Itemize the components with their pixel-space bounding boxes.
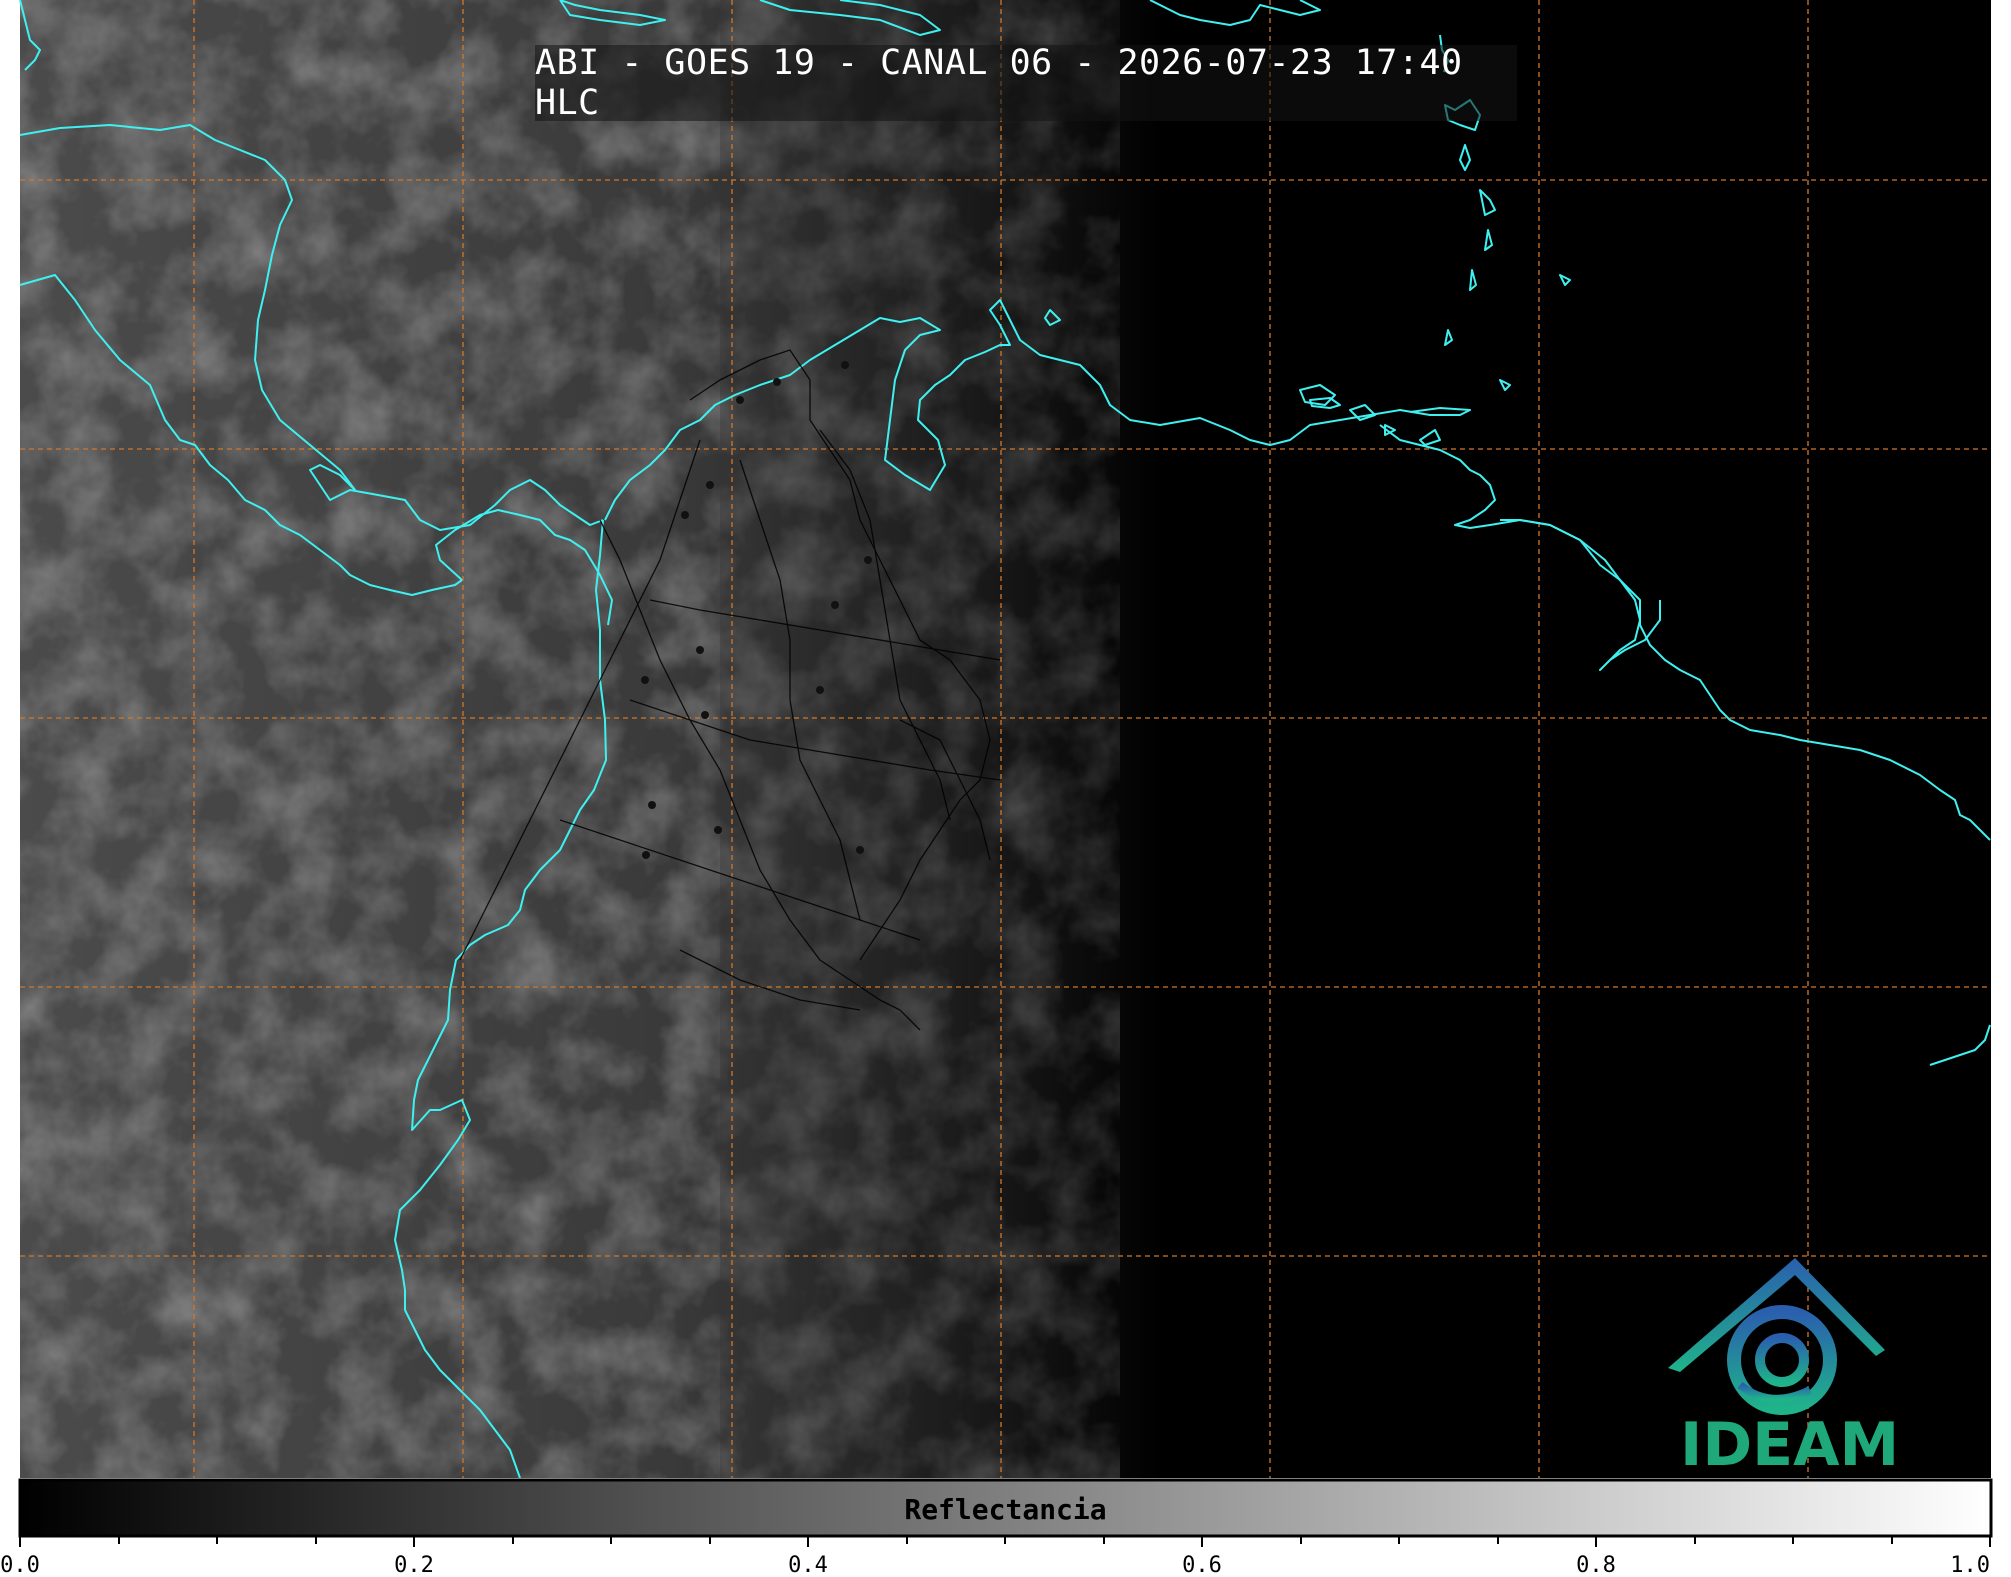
satellite-map: 0.0 0.2 0.4 0.6 0.8 1.0 <box>0 0 2011 1577</box>
colorbar-tick-3: 0.6 <box>1182 1553 1222 1577</box>
colorbar-label: Reflectancia <box>904 1493 1107 1526</box>
map-title: ABI - GOES 19 - CANAL 06 - 2026-07-23 17… <box>535 43 1517 123</box>
colorbar-tick-0: 0.0 <box>0 1553 40 1577</box>
colorbar-tick-4: 0.8 <box>1576 1553 1616 1577</box>
colorbar-tick-2: 0.4 <box>788 1553 828 1577</box>
colorbar-tick-5: 1.0 <box>1950 1553 1990 1577</box>
colorbar-tick-1: 0.2 <box>394 1553 434 1577</box>
ideam-logo-text: IDEAM <box>1680 1410 1900 1480</box>
